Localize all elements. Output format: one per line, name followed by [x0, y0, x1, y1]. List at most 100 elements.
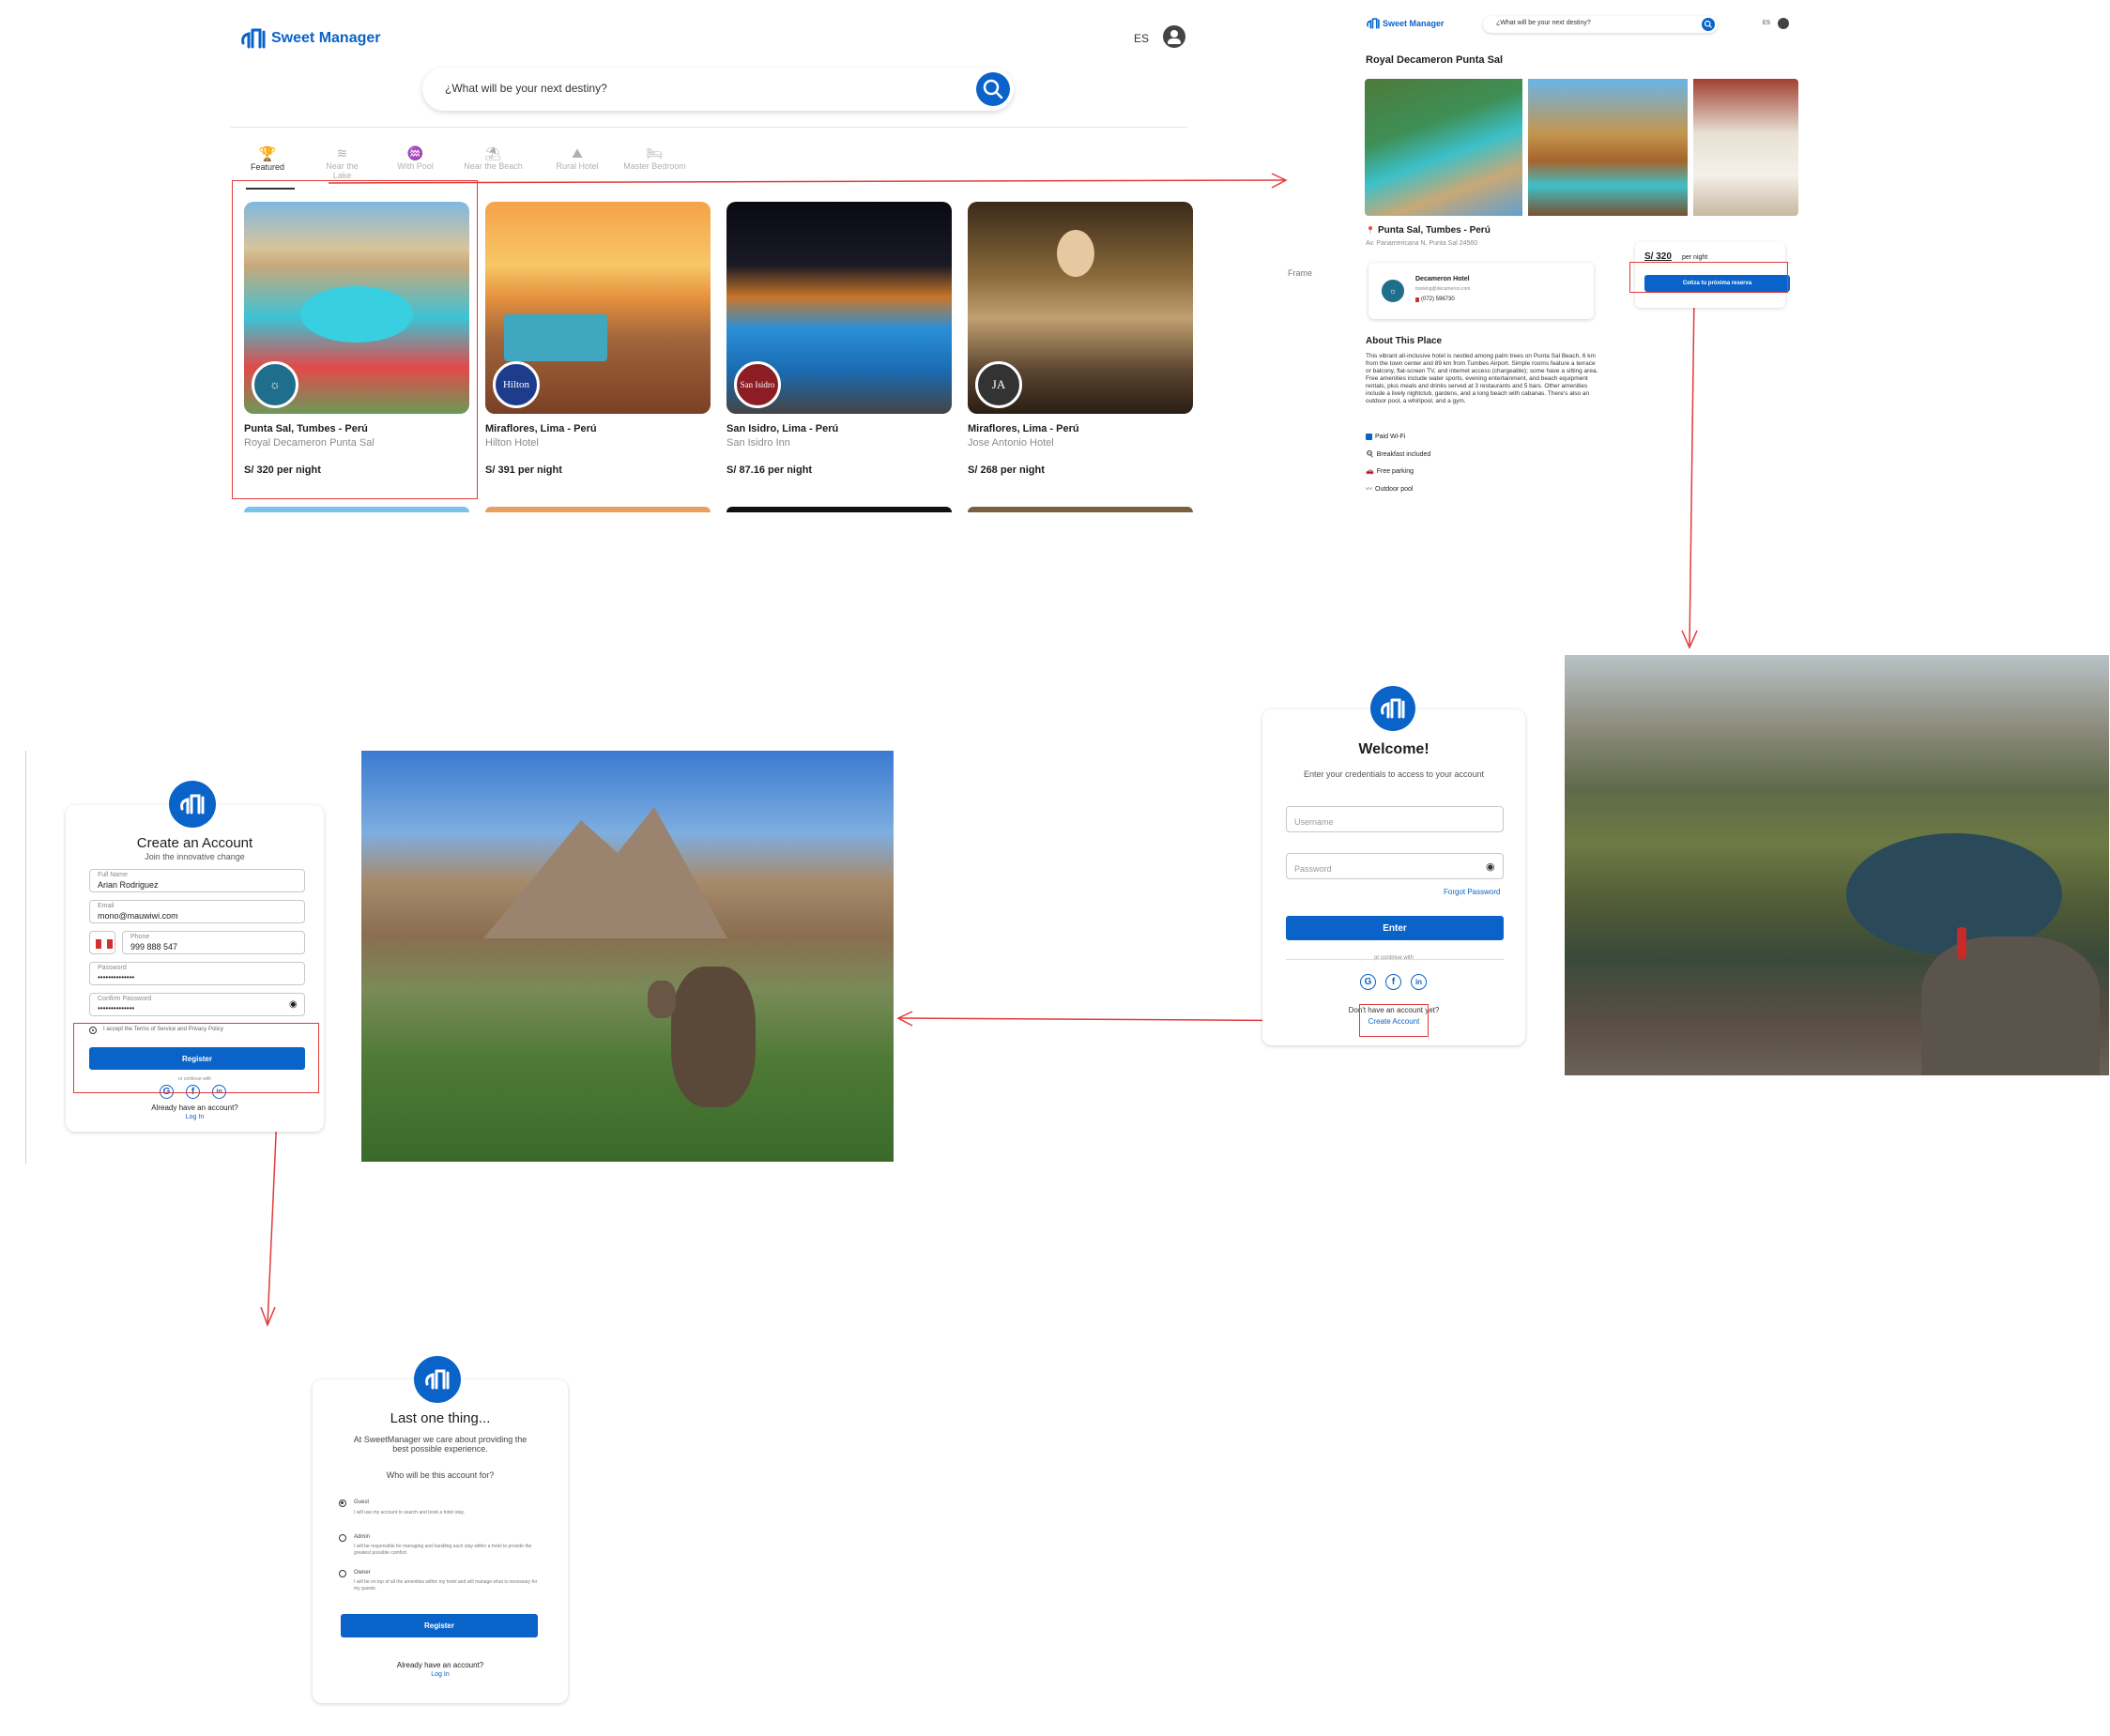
hotel-brand-badge: San Isidro	[734, 361, 781, 408]
login-title: Welcome!	[1358, 741, 1430, 757]
search-input[interactable]: ¿What will be your next destiny?	[1496, 20, 1591, 26]
role-card: Last one thing... At SweetManager we car…	[313, 1356, 568, 1703]
logo-icon	[169, 781, 216, 828]
hotel-photo: JA	[968, 202, 1193, 414]
hotel-title: Royal Decameron Punta Sal	[1366, 54, 1504, 66]
hotel-brand-badge: Hilton	[493, 361, 540, 408]
phone-field[interactable]: Phone 999 888 547	[122, 931, 305, 954]
language-toggle[interactable]: ES	[1134, 32, 1149, 45]
hotel-price: S/ 268 per night	[968, 464, 1045, 476]
price-unit: per night	[1682, 254, 1708, 261]
home-screen: Sweet Manager ES ¿What will be your next…	[230, 19, 1206, 516]
eye-icon[interactable]: ◉	[289, 999, 298, 1010]
email-input[interactable]: mono@mauwiwi.com	[98, 911, 178, 921]
password-field[interactable]: Password ◉	[1286, 853, 1504, 879]
logo-icon	[1367, 18, 1380, 29]
left-edge-line	[25, 751, 26, 1164]
role-question: Who will be this account for?	[386, 1470, 495, 1480]
radio-unselected[interactable]	[339, 1534, 346, 1542]
phone-input[interactable]: 999 888 547	[130, 942, 177, 952]
radio-selected[interactable]	[339, 1500, 346, 1507]
location-line: 📍 Punta Sal, Tumbes - Perú	[1366, 225, 1491, 236]
search-bar[interactable]: ¿What will be your next destiny?	[422, 68, 1014, 111]
facebook-icon[interactable]: f	[1385, 974, 1401, 990]
role-title: Last one thing...	[390, 1410, 491, 1426]
tab-near-the-lake[interactable]: ≋ Near the Lake	[316, 145, 368, 180]
eye-icon[interactable]: ◉	[1486, 860, 1495, 873]
logo-icon	[1370, 686, 1415, 731]
password-input[interactable]: ••••••••••••••	[98, 973, 134, 982]
contact-name: Decameron Hotel	[1415, 276, 1470, 282]
frame-label: Frame	[1288, 268, 1313, 278]
flow-highlight	[73, 1023, 319, 1093]
register-subtitle: Join the innovative change	[145, 852, 245, 861]
hotel-card[interactable]: Hilton Miraflores, Lima - Perú Hilton Ho…	[485, 202, 711, 511]
language-toggle[interactable]: ES	[1763, 21, 1770, 26]
username-field[interactable]: Username	[1286, 806, 1504, 832]
linkedin-icon[interactable]: in	[1411, 974, 1427, 990]
gallery-photo[interactable]	[1528, 79, 1688, 216]
tab-with-pool[interactable]: ♒ With Pool	[394, 145, 436, 171]
password-input[interactable]: Password	[1294, 864, 1332, 874]
hotel-location: Miraflores, Lima - Perú	[968, 423, 1079, 434]
username-input[interactable]: Username	[1294, 817, 1334, 827]
tab-featured[interactable]: 🏆 Featured	[244, 145, 291, 172]
logo-icon	[414, 1356, 461, 1403]
search-icon	[983, 79, 1003, 99]
brand-name: Sweet Manager	[271, 30, 381, 46]
fullname-field[interactable]: Full Name Arian Rodriguez	[89, 869, 305, 892]
login-subtitle: Enter your credentials to access to your…	[1303, 769, 1485, 779]
password-field[interactable]: Password ••••••••••••••	[89, 962, 305, 985]
brand-name: Sweet Manager	[1383, 19, 1445, 28]
bed-icon: 🛏	[646, 145, 664, 160]
register-button[interactable]: Register	[341, 1614, 538, 1637]
search-button[interactable]	[1702, 18, 1715, 31]
amenity-item: 🍳 Breakfast included	[1366, 450, 1431, 459]
about-text: This vibrant all-inclusive hotel is nest…	[1366, 353, 1598, 404]
pool-icon: 〰	[1366, 486, 1372, 493]
hotel-name: San Isidro Inn	[726, 437, 790, 449]
about-title: About This Place	[1366, 336, 1443, 346]
car-icon: 🚗	[1366, 468, 1374, 475]
wifi-icon	[1366, 434, 1372, 440]
hotel-card[interactable]: San Isidro San Isidro, Lima - Perú San I…	[726, 202, 952, 511]
radio-unselected[interactable]	[339, 1570, 346, 1577]
login-card: Welcome! Enter your credentials to acces…	[1262, 686, 1525, 1045]
decameron-logo: ☼	[1380, 278, 1406, 304]
login-link[interactable]: Log In	[313, 1671, 568, 1678]
register-title: Create an Account	[136, 835, 253, 851]
confirm-password-input[interactable]: ••••••••••••••	[98, 1004, 134, 1013]
contact-email: booking@decameron.com	[1415, 286, 1471, 292]
enter-button[interactable]: Enter	[1286, 916, 1504, 940]
search-input[interactable]: ¿What will be your next destiny?	[445, 82, 607, 95]
email-field[interactable]: Email mono@mauwiwi.com	[89, 900, 305, 923]
have-account-text: Already have an account?	[396, 1661, 484, 1669]
tab-near-the-beach[interactable]: ⛱ Near the Beach	[463, 145, 524, 171]
confirm-password-field[interactable]: Confirm Password •••••••••••••• ◉	[89, 993, 305, 1016]
search-button[interactable]	[976, 72, 1010, 106]
search-bar[interactable]: ¿What will be your next destiny?	[1483, 16, 1718, 33]
google-icon[interactable]: G	[1360, 974, 1376, 990]
brand-logo[interactable]: Sweet Manager	[239, 26, 380, 51]
user-avatar-icon[interactable]	[1778, 18, 1789, 29]
fullname-input[interactable]: Arian Rodriguez	[98, 880, 159, 890]
tab-rural-hotel[interactable]: ⛰ Rural Hotel	[554, 145, 601, 171]
flow-highlight	[232, 180, 478, 499]
peru-flag-icon	[96, 939, 113, 949]
brand-logo[interactable]: Sweet Manager	[1366, 17, 1445, 30]
tab-master-bedroom[interactable]: 🛏 Master Bedroom	[619, 145, 690, 171]
hotel-name: Hilton Hotel	[485, 437, 539, 449]
hotel-price: S/ 391 per night	[485, 464, 562, 476]
country-code-select[interactable]	[89, 931, 115, 954]
forgot-password-link[interactable]: Forgot Password	[1444, 888, 1500, 896]
hotel-photo: San Isidro	[726, 202, 952, 414]
trophy-icon: 🏆	[258, 146, 277, 162]
user-avatar-icon[interactable]	[1163, 25, 1185, 48]
login-link[interactable]: Log In	[66, 1114, 324, 1120]
hotel-location: San Isidro, Lima - Perú	[726, 423, 839, 434]
hotel-brand-badge: JA	[975, 361, 1022, 408]
hotel-name: Jose Antonio Hotel	[968, 437, 1054, 449]
gallery-photo[interactable]	[1693, 79, 1798, 216]
gallery-photo-main[interactable]	[1365, 79, 1522, 216]
hotel-card[interactable]: JA Miraflores, Lima - Perú Jose Antonio …	[968, 202, 1193, 511]
